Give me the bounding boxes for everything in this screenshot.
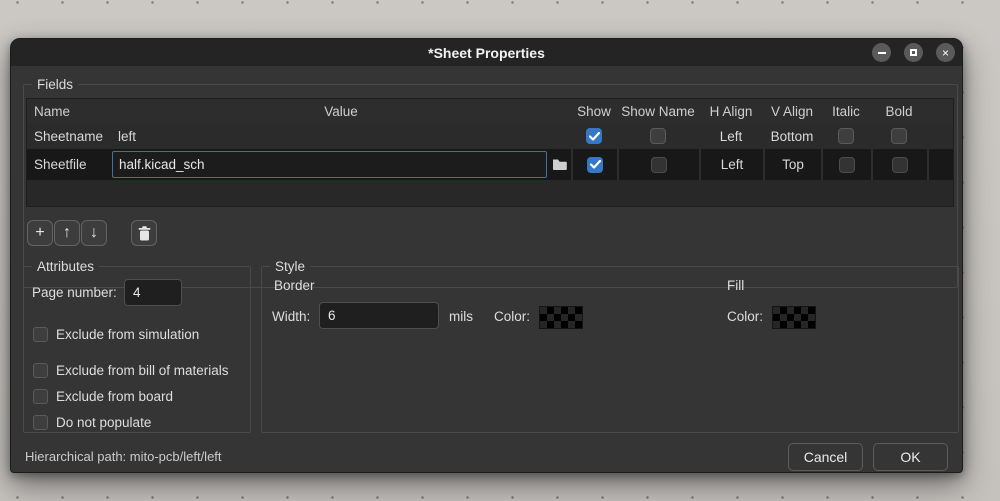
checkbox-checked-icon[interactable] [587, 156, 603, 173]
col-header-italic[interactable]: Italic [821, 99, 871, 123]
page-number-row: Page number: [32, 279, 182, 306]
fill-section-label: Fill [727, 278, 745, 293]
maximize-icon[interactable] [904, 43, 923, 62]
fields-table: Name Value Show Show Name H Align V Alig… [26, 98, 954, 207]
move-down-button[interactable]: ↓ [81, 220, 107, 246]
cell-bold[interactable] [871, 123, 927, 149]
exclude-simulation-checkbox[interactable]: Exclude from simulation [33, 327, 199, 342]
checkbox-label: Do not populate [56, 415, 152, 430]
border-width-label: Width: [272, 309, 311, 324]
add-field-button[interactable]: + [27, 220, 53, 246]
checkbox-unchecked-icon[interactable] [838, 128, 854, 144]
fill-color-label: Color: [727, 309, 764, 324]
dialog-title: *Sheet Properties [428, 44, 545, 61]
checkbox-unchecked-icon[interactable] [33, 389, 48, 404]
titlebar[interactable]: *Sheet Properties × [11, 39, 962, 66]
delete-field-button[interactable] [131, 220, 157, 246]
table-row-sheetfile: Sheetfile Left Top [27, 149, 953, 180]
cell-show[interactable] [571, 149, 617, 180]
border-width-input[interactable] [319, 302, 439, 329]
exclude-bom-checkbox[interactable]: Exclude from bill of materials [33, 363, 229, 378]
checkbox-unchecked-icon[interactable] [33, 363, 48, 378]
close-icon[interactable]: × [936, 43, 955, 62]
col-header-show[interactable]: Show [571, 99, 617, 123]
exclude-board-checkbox[interactable]: Exclude from board [33, 389, 173, 404]
attributes-group-label: Attributes [32, 258, 100, 275]
table-row-sheetname: Sheetname left Left Bottom [27, 123, 953, 149]
border-width-unit: mils [449, 309, 473, 324]
window-controls: × [872, 43, 955, 62]
cell-name[interactable]: Sheetfile [27, 149, 111, 180]
cell-italic[interactable] [821, 149, 871, 180]
fields-table-header: Name Value Show Show Name H Align V Alig… [27, 99, 953, 123]
sheetfile-value-input[interactable] [112, 151, 547, 178]
checkbox-label: Exclude from bill of materials [56, 363, 229, 378]
page-number-label: Page number: [32, 285, 117, 300]
sheet-properties-dialog: *Sheet Properties × Fields Name Value Sh… [10, 38, 963, 473]
checkbox-label: Exclude from simulation [56, 327, 200, 342]
cell-italic[interactable] [821, 123, 871, 149]
checkbox-unchecked-icon[interactable] [891, 128, 907, 144]
do-not-populate-checkbox[interactable]: Do not populate [33, 415, 151, 430]
fields-group-label: Fields [32, 76, 79, 93]
hierarchical-path: Hierarchical path: mito-pcb/left/left [25, 449, 222, 464]
col-header-bold[interactable]: Bold [871, 99, 927, 123]
cancel-button[interactable]: Cancel [788, 443, 863, 471]
fields-group: Fields Name Value Show Show Name H Align… [23, 76, 958, 288]
cell-value [111, 149, 571, 180]
checkbox-unchecked-icon[interactable] [651, 156, 667, 173]
table-empty-area [27, 180, 953, 206]
cell-show-name[interactable] [617, 149, 699, 180]
ok-button[interactable]: OK [873, 443, 948, 471]
cell-v-align[interactable]: Bottom [763, 123, 821, 149]
checkbox-unchecked-icon[interactable] [33, 327, 48, 342]
fill-color-swatch[interactable] [772, 306, 816, 329]
trash-icon [138, 225, 150, 240]
minimize-icon[interactable] [872, 43, 891, 62]
style-group-label: Style [270, 258, 311, 275]
move-up-button[interactable]: ↑ [54, 220, 80, 246]
attributes-group: Attributes Page number: Exclude from sim… [23, 258, 251, 433]
page-number-input[interactable] [124, 279, 182, 306]
cell-h-align[interactable]: Left [699, 123, 763, 149]
checkbox-label: Exclude from board [56, 389, 174, 404]
border-color-label: Color: [494, 309, 531, 324]
col-header-name[interactable]: Name [27, 99, 111, 123]
style-group: Style Border Width: mils Color: Fill Col… [261, 258, 959, 433]
arrow-up-icon: ↑ [63, 224, 71, 241]
col-header-v-align[interactable]: V Align [763, 99, 821, 123]
cell-bold[interactable] [871, 149, 927, 180]
col-header-show-name[interactable]: Show Name [617, 99, 699, 123]
border-color-swatch[interactable] [539, 306, 583, 329]
folder-icon [552, 159, 567, 170]
plus-icon: + [35, 224, 45, 241]
border-section-label: Border [274, 278, 315, 293]
col-header-value[interactable]: Value [111, 99, 571, 123]
cell-value[interactable]: left [111, 123, 571, 149]
browse-file-button[interactable] [547, 151, 571, 178]
checkbox-unchecked-icon[interactable] [650, 128, 666, 144]
checkbox-unchecked-icon[interactable] [839, 156, 855, 173]
checkbox-unchecked-icon[interactable] [892, 156, 908, 173]
fields-toolbar: + ↑ ↓ [27, 220, 158, 246]
col-header-h-align[interactable]: H Align [699, 99, 763, 123]
cell-name[interactable]: Sheetname [27, 123, 111, 149]
cell-show-name[interactable] [617, 123, 699, 149]
cell-show[interactable] [571, 123, 617, 149]
cell-h-align[interactable]: Left [699, 149, 763, 180]
checkbox-checked-icon[interactable] [586, 128, 602, 144]
arrow-down-icon: ↓ [90, 224, 98, 241]
cell-v-align[interactable]: Top [763, 149, 821, 180]
checkbox-unchecked-icon[interactable] [33, 415, 48, 430]
